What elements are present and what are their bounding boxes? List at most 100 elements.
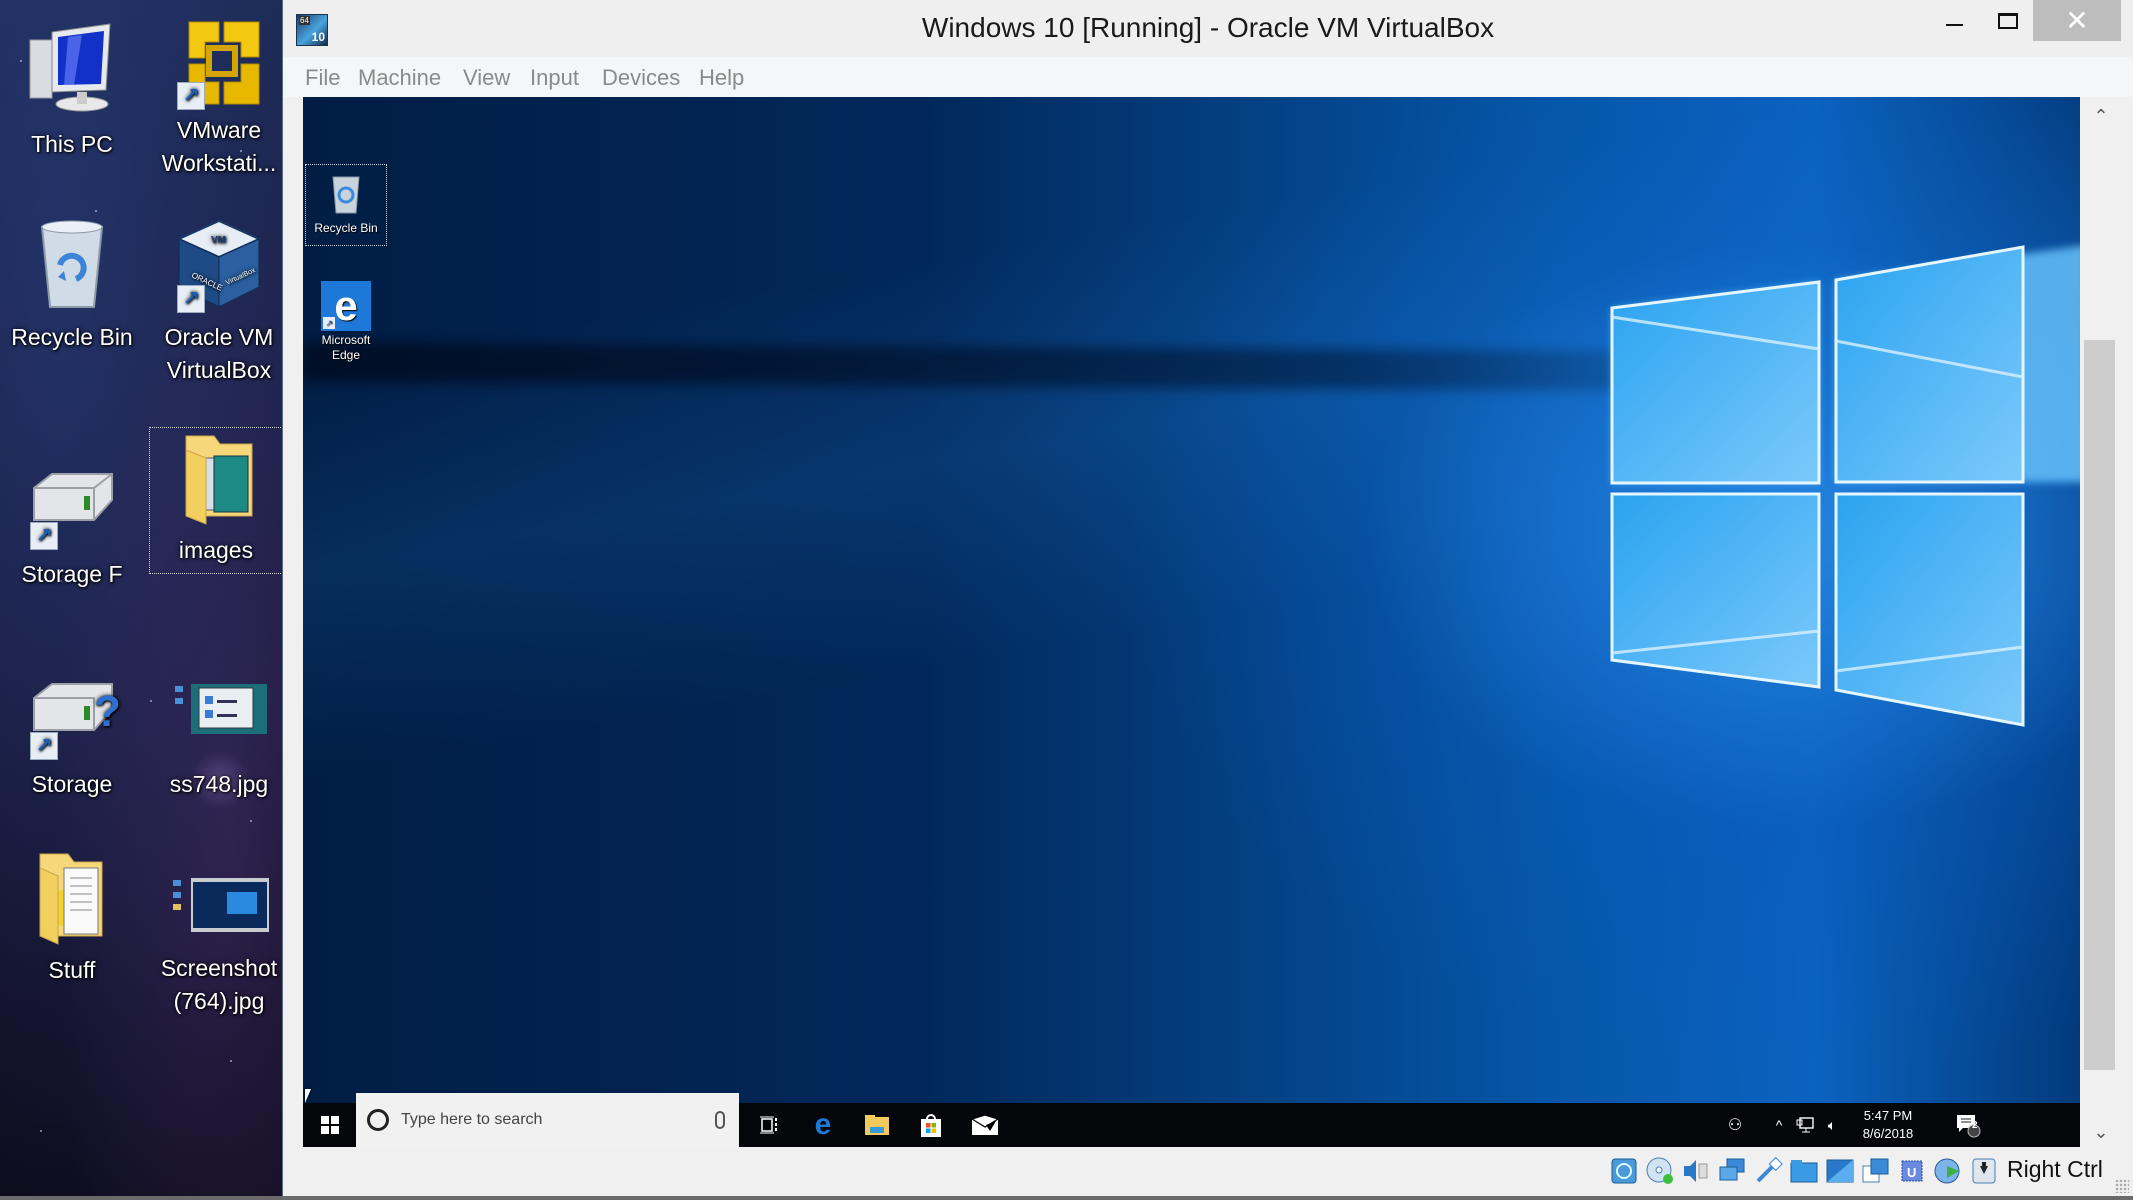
image-file-icon <box>169 870 269 970</box>
close-icon: ✕ <box>2065 5 2089 36</box>
desktop-icon-label: Stuff <box>48 957 96 983</box>
vm-display[interactable]: Recycle Bin e ↗ Microsoft Edge Type here… <box>303 97 2080 1147</box>
minimize-button[interactable] <box>1926 0 1983 41</box>
guest-additions-icon[interactable] <box>1933 1156 1963 1186</box>
desktop-icon-stuff[interactable]: Stuff <box>1 848 143 987</box>
folder-icon <box>166 428 266 528</box>
shared-folders-icon[interactable] <box>1789 1156 1819 1186</box>
desktop-icon-label: Storage <box>31 771 113 797</box>
scroll-down-button[interactable]: ⌄ <box>2082 1117 2120 1147</box>
vertical-scrollbar[interactable]: ⌃ ⌄ <box>2082 97 2120 1147</box>
desktop-icon-label: Recycle Bin <box>11 324 133 350</box>
desktop-icon-label: Oracle VM VirtualBox <box>164 324 274 383</box>
cpu-vtx-icon[interactable]: U <box>1897 1156 1927 1186</box>
menu-bar: File Machine View Input Devices Help <box>283 57 2133 97</box>
windows-start-icon <box>320 1116 339 1134</box>
window-title: Windows 10 [Running] - Oracle VM Virtual… <box>921 12 1495 43</box>
edge-icon: e <box>814 1108 832 1141</box>
virtualbox-window: 64 10 Windows 10 [Running] - Oracle VM V… <box>282 0 2133 1200</box>
recycle-bin-icon <box>321 169 371 219</box>
people-icon: ⚇ <box>1727 1117 1743 1134</box>
shortcut-arrow-icon: ↗ <box>323 317 335 329</box>
desktop-icon-ss748[interactable]: ss748.jpg <box>148 662 282 801</box>
vm-desktop-icon-edge[interactable]: e ↗ Microsoft Edge <box>306 277 386 363</box>
svg-text:U: U <box>1907 1165 1916 1180</box>
vmware-icon: ↗ <box>169 12 269 112</box>
clock[interactable]: 5:47 PM 8/6/2018 <box>1850 1103 1926 1147</box>
microphone-icon[interactable] <box>715 1111 725 1129</box>
network-icon <box>1796 1117 1814 1133</box>
maximize-button[interactable] <box>1979 0 2036 41</box>
hard-disk-icon[interactable] <box>1609 1156 1639 1186</box>
logo-pane-top-right <box>1834 245 2025 484</box>
taskbar-file-explorer[interactable] <box>850 1103 904 1147</box>
desktop-icon-storage[interactable]: ? ↗ Storage <box>1 662 143 801</box>
shortcut-arrow-icon: ↗ <box>177 82 205 110</box>
start-button[interactable] <box>303 1103 356 1147</box>
show-hidden-icons-button[interactable]: ^ <box>1768 1103 1790 1147</box>
resize-grip[interactable] <box>2115 1179 2129 1193</box>
chevron-up-icon: ⌃ <box>2093 105 2109 126</box>
vm-desktop-icon-recycle-bin[interactable]: Recycle Bin <box>305 164 387 246</box>
usb-icon[interactable] <box>1753 1156 1783 1186</box>
file-explorer-icon <box>865 1115 889 1135</box>
menu-input[interactable]: Input <box>530 65 579 91</box>
status-bar: U Right Ctrl <box>283 1147 2133 1197</box>
drive-unknown-icon: ? ↗ <box>22 662 122 762</box>
menu-view[interactable]: View <box>463 65 510 91</box>
scroll-up-button[interactable]: ⌃ <box>2082 101 2120 131</box>
desktop-icon-vmware[interactable]: ↗ VMware Workstati... <box>148 12 282 180</box>
vm-taskbar: Type here to search e ⚇ ^ 🔈︎ 5:47 PM 8/6… <box>303 1093 2080 1147</box>
menu-machine[interactable]: Machine <box>358 65 441 91</box>
display-icon[interactable] <box>1825 1156 1855 1186</box>
network-adapter-icon[interactable] <box>1717 1156 1747 1186</box>
task-view-icon <box>760 1116 777 1134</box>
vm-desktop-icon-label: Recycle Bin <box>314 221 378 235</box>
desktop-icon-screenshot-764[interactable]: Screenshot (764).jpg <box>148 870 282 1018</box>
star <box>40 1130 42 1132</box>
title-bar[interactable]: 64 10 Windows 10 [Running] - Oracle VM V… <box>283 0 2133 57</box>
star <box>250 820 252 822</box>
shortcut-arrow-icon: ↗ <box>30 732 58 760</box>
desktop-icon-this-pc[interactable]: This PC <box>1 22 143 161</box>
maximize-icon <box>1997 12 2018 29</box>
desktop-icon-label: ss748.jpg <box>169 771 269 797</box>
desktop-icon-virtualbox[interactable]: ORACLE VirtualBox VM ↗ Oracle VM Virtual… <box>148 215 282 387</box>
minimize-icon <box>1946 23 1963 26</box>
svg-text:VM: VM <box>211 235 226 246</box>
optical-drive-icon[interactable] <box>1645 1156 1675 1186</box>
menu-file[interactable]: File <box>305 65 340 91</box>
desktop-icon-images[interactable]: images <box>149 427 282 574</box>
taskbar-task-view[interactable] <box>742 1103 796 1147</box>
chevron-up-icon: ^ <box>1775 1117 1783 1133</box>
host-key-indicator[interactable]: Right Ctrl <box>2007 1156 2103 1183</box>
computer-icon <box>22 22 122 122</box>
svg-text:?: ? <box>94 687 121 736</box>
action-center-button[interactable]: 2 <box>1946 1103 1990 1147</box>
menu-devices[interactable]: Devices <box>602 65 680 91</box>
speaker-icon: 🔈︎ <box>1827 1116 1837 1133</box>
desktop-icon-recycle-bin[interactable]: Recycle Bin <box>1 215 143 354</box>
taskbar-mail[interactable] <box>958 1103 1012 1147</box>
logo-pane-top-left <box>1610 280 1821 485</box>
mail-icon <box>972 1115 998 1135</box>
shortcut-arrow-icon: ↗ <box>177 285 205 313</box>
drive-icon: ↗ <box>22 452 122 552</box>
scroll-thumb[interactable] <box>2084 340 2115 1070</box>
desktop-icon-storage-f[interactable]: ↗ Storage F <box>1 452 143 591</box>
desktop-icon-label: Storage F <box>21 561 123 587</box>
image-file-icon <box>169 662 269 762</box>
taskbar-store[interactable] <box>904 1103 958 1147</box>
search-placeholder: Type here to search <box>401 1111 543 1128</box>
people-button[interactable]: ⚇ <box>1718 1103 1752 1147</box>
menu-help[interactable]: Help <box>699 65 744 91</box>
taskbar-search-box[interactable]: Type here to search <box>356 1093 739 1147</box>
network-status[interactable] <box>1792 1103 1818 1147</box>
video-capture-icon[interactable] <box>1861 1156 1891 1186</box>
volume-button[interactable]: 🔈︎ <box>1820 1103 1844 1147</box>
shortcut-arrow-icon: ↗ <box>30 522 58 550</box>
taskbar-edge[interactable]: e <box>796 1103 850 1147</box>
audio-icon[interactable] <box>1681 1156 1711 1186</box>
mouse-integration-icon[interactable] <box>1969 1156 1999 1186</box>
close-button[interactable]: ✕ <box>2033 0 2121 41</box>
